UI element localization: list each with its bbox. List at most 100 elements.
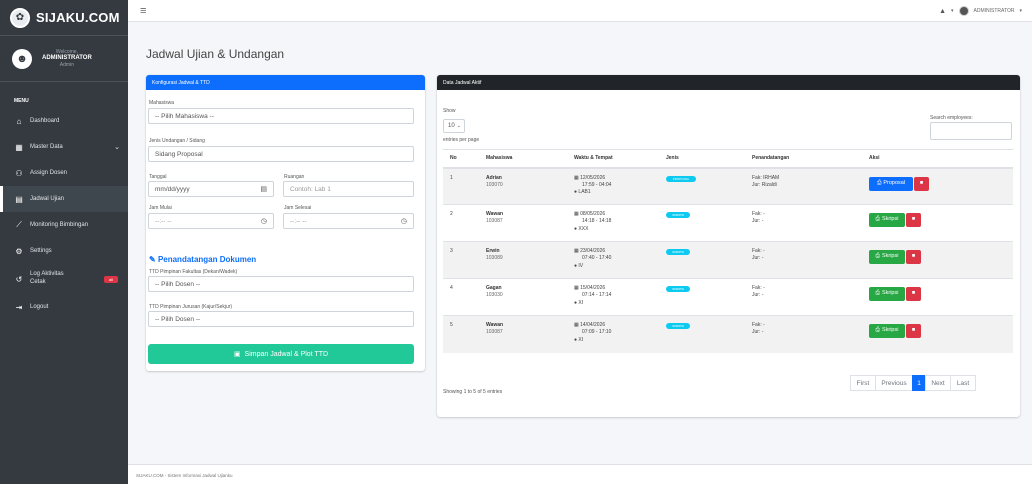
calendar-icon: ▤ <box>15 194 23 204</box>
ttd-jurusan-label: TTD Pimpinan Jurusan (Kajur/Sekjur) <box>149 304 233 310</box>
col-header-penandatangan[interactable]: Penandatangan <box>745 149 862 169</box>
clock-icon[interactable]: ◷ <box>261 217 267 225</box>
exam-time: 07:14 - 17:14 <box>582 292 612 299</box>
page-first-button[interactable]: First <box>850 375 876 391</box>
page-1-button[interactable]: 1 <box>912 375 926 391</box>
exam-place: XXX <box>578 225 589 232</box>
print-skripsi-button[interactable]: ⎙ Skripsi <box>869 213 905 227</box>
search-input[interactable] <box>930 122 1012 140</box>
pen-icon: ✎ <box>149 255 156 264</box>
sidebar-item-logout[interactable]: ⇥ Logout <box>0 294 128 320</box>
action-label: Skripsi <box>881 253 899 260</box>
calendar-picker-icon[interactable]: ▤ <box>260 185 267 193</box>
brand[interactable]: ✿ SIJAKU.COM <box>0 0 128 36</box>
col-header-aksi[interactable]: Aksi <box>862 149 1013 169</box>
sidebar-item-master-data[interactable]: ▦ Master Data ⌄ <box>0 134 128 160</box>
mahasiswa-value: -- Pilih Mahasiswa -- <box>155 113 214 120</box>
row-no: 3 <box>443 241 479 279</box>
jam-selesai-placeholder: --:-- -- <box>290 218 307 225</box>
print-skripsi-button[interactable]: ⎙ Skripsi <box>869 287 905 301</box>
chart-line-icon: ⟋ <box>16 220 22 229</box>
ttd-fakultas-label: TTD Pimpinan Fakultas (Dekan/Wadek) <box>149 269 238 275</box>
sidebar-item-assign-dosen[interactable]: ⚇ Assign Dosen <box>0 160 128 186</box>
print-skripsi-button[interactable]: ⎙ Skripsi <box>869 324 905 338</box>
admin-caret-icon[interactable]: ▾ <box>1019 8 1022 14</box>
show-label: Show <box>443 108 456 114</box>
ttd-fakultas-value: -- Pilih Dosen -- <box>155 281 201 288</box>
exam-date: 14/04/2026 <box>580 322 606 328</box>
col-header-waktu[interactable]: Waktu & Tempat <box>567 149 659 169</box>
grid-icon: ▦ <box>15 142 23 152</box>
calendar-icon: ▦ <box>574 322 579 328</box>
logout-icon: ⇥ <box>15 302 23 312</box>
jenis-value: Sidang Proposal <box>155 151 203 158</box>
ruangan-placeholder: Contoh: Lab 1 <box>290 186 331 193</box>
tanggal-input[interactable]: mm/dd/yyyy ▤ <box>148 181 274 197</box>
chevron-down-icon: ⌄ <box>456 123 461 129</box>
delete-button[interactable]: ■ <box>906 287 921 301</box>
save-schedule-button[interactable]: ▣ Simpan Jadwal & Plot TTD <box>148 344 414 364</box>
page-last-button[interactable]: Last <box>950 375 976 391</box>
jam-selesai-input[interactable]: --:-- -- ◷ <box>283 213 414 229</box>
col-header-no[interactable]: No <box>443 149 479 169</box>
trash-icon: ■ <box>911 327 916 334</box>
page-length-select[interactable]: 10 ⌄ <box>443 119 465 133</box>
sidebar-item-label: Dashboard <box>30 118 60 124</box>
ttd-jurusan-select[interactable]: -- Pilih Dosen -- <box>148 311 414 327</box>
mahasiswa-select[interactable]: -- Pilih Mahasiswa -- <box>148 108 414 124</box>
action-label: Skripsi <box>881 290 899 297</box>
signer-fakultas: Fak: - <box>752 248 765 254</box>
delete-button[interactable]: ■ <box>906 324 921 338</box>
signer-fakultas: Fak: - <box>752 285 765 291</box>
notification-icon[interactable]: ▲ <box>939 8 946 15</box>
jenis-badge: SKRIPSI <box>666 249 690 255</box>
delete-button[interactable]: ■ <box>906 213 921 227</box>
footer: SIJAKU.COM - Sistem Informasi Jadwal Uji… <box>128 464 1032 484</box>
log-badge: all <box>103 275 118 283</box>
sidebar-item-log-aktivitas[interactable]: ↺ Log Aktivitas Cetak all <box>0 264 128 294</box>
signer-section-label: Penandatangan Dokumen <box>157 255 257 264</box>
sidebar-item-label: Assign Dosen <box>30 170 68 176</box>
col-header-mahasiswa[interactable]: Mahasiswa <box>479 149 567 169</box>
exam-time: 07:40 - 17:40 <box>582 255 612 262</box>
delete-button[interactable]: ■ <box>906 250 921 264</box>
user-plus-icon: ⚇ <box>15 168 23 178</box>
sidebar-item-monitoring[interactable]: ⟋ Monitoring Bimbingan <box>0 212 128 238</box>
page-next-button[interactable]: Next <box>925 375 951 391</box>
table-info: Showing 1 to 5 of 5 entries <box>443 389 503 395</box>
chevron-down-icon: ⌄ <box>114 144 120 151</box>
student-nim: 103087 <box>486 329 503 336</box>
footer-text: SIJAKU.COM - Sistem Informasi Jadwal Uji… <box>136 473 233 478</box>
page-previous-button[interactable]: Previous <box>875 375 913 391</box>
notification-caret-icon[interactable]: ▾ <box>951 8 954 14</box>
delete-button[interactable]: ■ <box>914 176 929 191</box>
sidebar-item-label: Settings <box>30 248 52 254</box>
sidebar-item-settings[interactable]: ⚙ Settings <box>0 238 128 264</box>
print-skripsi-button[interactable]: ⎙ Skripsi <box>869 250 905 264</box>
trash-icon: ■ <box>911 253 916 260</box>
clock-icon[interactable]: ◷ <box>401 217 407 225</box>
student-name: Wawan <box>486 322 504 328</box>
exam-place: XI <box>578 299 584 306</box>
jenis-select[interactable]: Sidang Proposal <box>148 146 414 162</box>
print-proposal-button[interactable]: ⎙ Proposal <box>869 176 913 191</box>
trash-icon: ■ <box>919 179 924 186</box>
ttd-jurusan-value: -- Pilih Dosen -- <box>155 316 201 323</box>
jenis-label: Jenis Undangan / Sidang <box>149 138 205 144</box>
location-pin-icon: ● <box>574 225 578 232</box>
table-row: 3 Erwin 103089 ▦ 23/04/2026 07:40 - 17:40 ●… <box>443 241 1013 279</box>
menu-toggle-icon[interactable]: ≡ <box>140 5 146 17</box>
exam-date: 08/05/2026 <box>580 211 606 217</box>
jenis-badge: SKRIPSI <box>666 212 690 218</box>
jam-mulai-input[interactable]: --:-- -- ◷ <box>148 213 274 229</box>
brand-name: SIJAKU.COM <box>36 10 120 25</box>
admin-menu-label[interactable]: ADMINISTRATOR <box>974 8 1015 14</box>
ruangan-input[interactable]: Contoh: Lab 1 <box>283 181 414 197</box>
ttd-fakultas-select[interactable]: -- Pilih Dosen -- <box>148 276 414 292</box>
sidebar-item-jadwal-ujian[interactable]: ▤ Jadwal Ujian <box>0 186 128 212</box>
top-avatar[interactable] <box>958 6 969 16</box>
mahasiswa-label: Mahasiswa <box>149 100 175 106</box>
sidebar-item-dashboard[interactable]: ⌂ Dashboard <box>0 108 128 134</box>
exam-time: 14:18 - 14:18 <box>582 218 612 225</box>
col-header-jenis[interactable]: Jenis <box>659 149 745 169</box>
